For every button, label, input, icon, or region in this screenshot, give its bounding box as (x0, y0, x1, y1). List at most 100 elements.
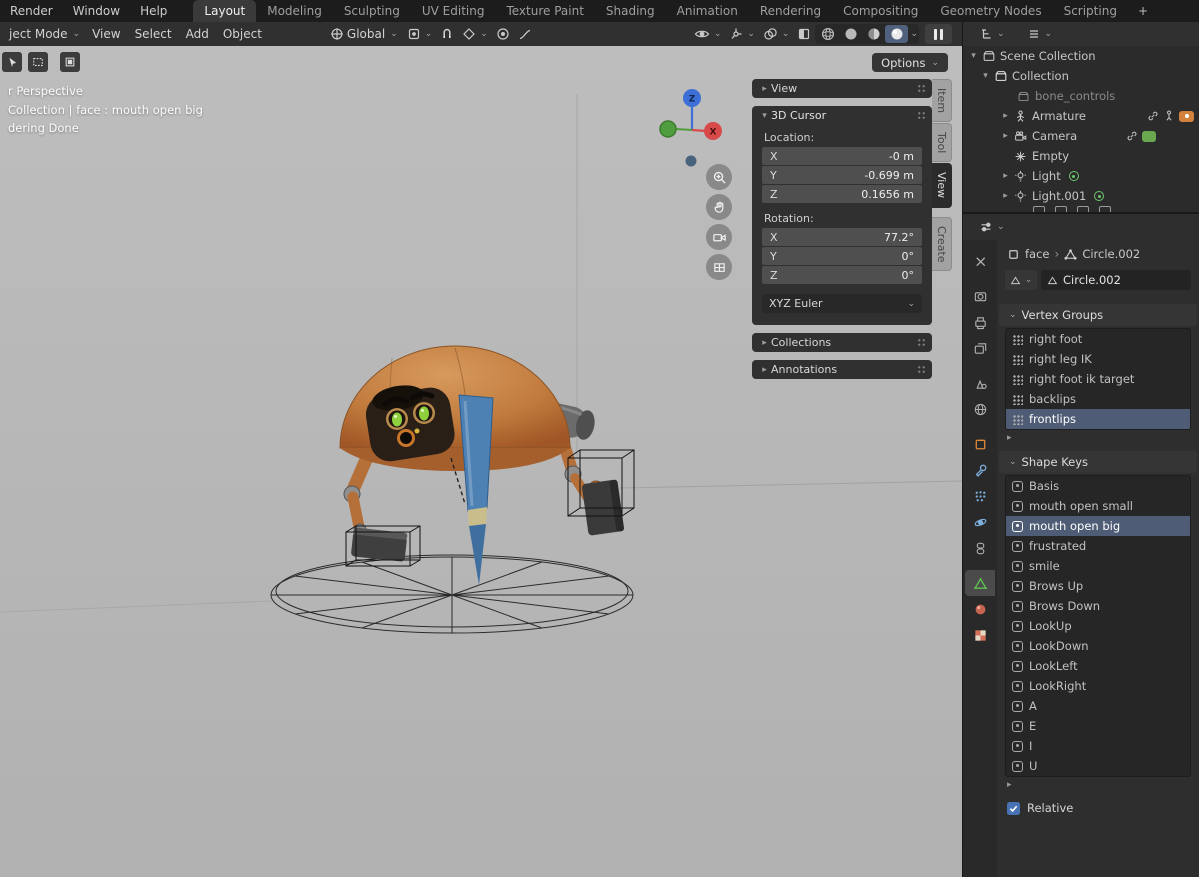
tab-particles-properties[interactable] (965, 483, 995, 509)
workspace-tab-uv-editing[interactable]: UV Editing (411, 0, 496, 22)
overlays-dropdown[interactable]: ⌄ (759, 24, 794, 44)
shape-key-item[interactable]: Basis (1006, 476, 1190, 496)
menu-add[interactable]: Add (179, 27, 216, 41)
workspace-tab-scripting[interactable]: Scripting (1053, 0, 1128, 22)
outliner-row-bone-controls[interactable]: bone_controls (963, 86, 1199, 106)
library-link-icon[interactable] (1126, 130, 1138, 142)
outliner-row-empty[interactable]: Empty (963, 146, 1199, 166)
shape-key-item-active[interactable]: mouth open big (1006, 516, 1190, 536)
shape-keys-expand-toggle[interactable]: ▸ (997, 777, 1199, 792)
panel-3d-cursor-header[interactable]: ▾ 3D Cursor (752, 106, 932, 125)
workspace-tab-sculpting[interactable]: Sculpting (333, 0, 411, 22)
tab-world-properties[interactable] (965, 396, 995, 422)
transform-orientation-dropdown[interactable]: Global ⌄ (325, 27, 403, 41)
sidebar-tab-tool[interactable]: Tool (932, 123, 952, 163)
breadcrumb-data[interactable]: Circle.002 (1082, 247, 1140, 261)
proportional-falloff-dropdown[interactable] (514, 24, 536, 44)
cursor-location-x-field[interactable]: X -0 m (762, 147, 922, 165)
options-dropdown[interactable]: Options ⌄ (872, 53, 948, 72)
shape-key-item[interactable]: U (1006, 756, 1190, 776)
sidebar-tab-item[interactable]: Item (932, 79, 952, 123)
outliner-row-camera[interactable]: ▸ Camera (963, 126, 1199, 146)
tab-tool-properties[interactable] (965, 248, 995, 274)
mode-dropdown[interactable]: ject Mode ⌄ (4, 27, 85, 41)
collapse-down-icon[interactable]: ▾ (967, 51, 980, 61)
vertex-group-item-active[interactable]: frontlips (1006, 409, 1190, 429)
xray-toggle[interactable] (793, 24, 815, 44)
toggle-perspective-button[interactable] (706, 254, 732, 280)
proportional-editing-toggle[interactable] (492, 24, 514, 44)
cursor-rotation-y-field[interactable]: Y 0° (762, 247, 922, 265)
tab-modifier-properties[interactable] (965, 457, 995, 483)
breadcrumb-object[interactable]: face (1025, 247, 1050, 261)
gizmo-neg-z-axis[interactable] (685, 155, 697, 167)
shading-rendered-button[interactable] (885, 25, 909, 43)
tab-render-properties[interactable] (965, 283, 995, 309)
rotation-mode-dropdown[interactable]: XYZ Euler ⌄ (762, 294, 922, 313)
shape-key-item[interactable]: Brows Down (1006, 596, 1190, 616)
move-view-button[interactable] (706, 194, 732, 220)
shape-key-item[interactable]: smile (1006, 556, 1190, 576)
panel-drag-handle[interactable] (917, 338, 926, 347)
gizmos-dropdown[interactable]: ⌄ (725, 24, 759, 44)
shading-wireframe-button[interactable] (816, 25, 839, 43)
outliner-row-scene-collection[interactable]: ▾ Scene Collection (963, 46, 1199, 66)
collapse-right-icon[interactable]: ▸ (999, 171, 1012, 181)
tab-object-data-properties[interactable] (965, 570, 995, 596)
data-type-dropdown[interactable]: ⌄ (1005, 270, 1037, 290)
collapse-right-icon[interactable]: ▸ (999, 191, 1012, 201)
data-name-field[interactable]: Circle.002 (1041, 270, 1191, 290)
library-link-icon[interactable] (1147, 110, 1159, 122)
menu-render[interactable]: Render (0, 0, 63, 22)
outliner-row-armature[interactable]: ▸ Armature (963, 106, 1199, 126)
vertex-group-item[interactable]: right foot ik target (1006, 369, 1190, 389)
outliner-display-mode-dropdown[interactable]: ⌄ (1023, 24, 1057, 44)
object-visibility-dropdown[interactable]: ⌄ (690, 24, 726, 44)
shape-keys-header[interactable]: ⌄ Shape Keys (999, 451, 1197, 473)
menu-view[interactable]: View (85, 27, 127, 41)
shape-key-item[interactable]: LookDown (1006, 636, 1190, 656)
cursor-rotation-z-field[interactable]: Z 0° (762, 266, 922, 284)
sidebar-tab-create[interactable]: Create (932, 216, 952, 272)
tab-scene-properties[interactable] (965, 370, 995, 396)
menu-help[interactable]: Help (130, 0, 177, 22)
shape-key-item[interactable]: frustrated (1006, 536, 1190, 556)
workspace-tab-rendering[interactable]: Rendering (749, 0, 832, 22)
workspace-tab-geometry-nodes[interactable]: Geometry Nodes (929, 0, 1052, 22)
workspace-tab-layout[interactable]: Layout (193, 0, 257, 22)
shape-key-item[interactable]: Brows Up (1006, 576, 1190, 596)
pause-button[interactable] (925, 24, 952, 44)
viewport-3d[interactable]: Options ⌄ r Perspective Collection | fac… (0, 46, 962, 877)
snap-toggle[interactable] (436, 24, 458, 44)
vertex-group-item[interactable]: right foot (1006, 329, 1190, 349)
shape-key-item[interactable]: I (1006, 736, 1190, 756)
shape-key-item[interactable]: mouth open small (1006, 496, 1190, 516)
tab-texture-properties[interactable] (965, 622, 995, 648)
properties-editor-type-dropdown[interactable]: ⌄ (975, 217, 1009, 237)
navigation-gizmo[interactable]: Z X (650, 87, 734, 171)
menu-window[interactable]: Window (63, 0, 130, 22)
gizmo-y-axis[interactable] (659, 120, 677, 138)
shape-key-item[interactable]: E (1006, 716, 1190, 736)
panel-view[interactable]: ▸ View (752, 79, 932, 98)
camera-view-button[interactable] (706, 224, 732, 250)
tab-output-properties[interactable] (965, 309, 995, 335)
vertex-groups-header[interactable]: ⌄ Vertex Groups (999, 304, 1197, 326)
collapse-down-icon[interactable]: ▾ (979, 71, 992, 81)
vertex-groups-expand-toggle[interactable]: ▸ (997, 430, 1199, 445)
collapse-right-icon[interactable]: ▸ (999, 131, 1012, 141)
outliner-row-collection[interactable]: ▾ Collection (963, 66, 1199, 86)
menu-select[interactable]: Select (128, 27, 179, 41)
sidebar-tab-view[interactable]: View (932, 163, 952, 208)
outliner-row-light[interactable]: ▸ Light (963, 166, 1199, 186)
tab-constraints-properties[interactable] (965, 535, 995, 561)
workspace-tab-modeling[interactable]: Modeling (256, 0, 333, 22)
shape-key-item[interactable]: A (1006, 696, 1190, 716)
panel-collections[interactable]: ▸ Collections (752, 333, 932, 352)
panel-annotations[interactable]: ▸ Annotations (752, 360, 932, 379)
shading-material-button[interactable] (862, 25, 885, 43)
shape-key-item[interactable]: LookRight (1006, 676, 1190, 696)
shape-key-item[interactable]: LookUp (1006, 616, 1190, 636)
select-tweak-button[interactable] (2, 52, 22, 72)
add-workspace-button[interactable]: + (1128, 0, 1158, 22)
